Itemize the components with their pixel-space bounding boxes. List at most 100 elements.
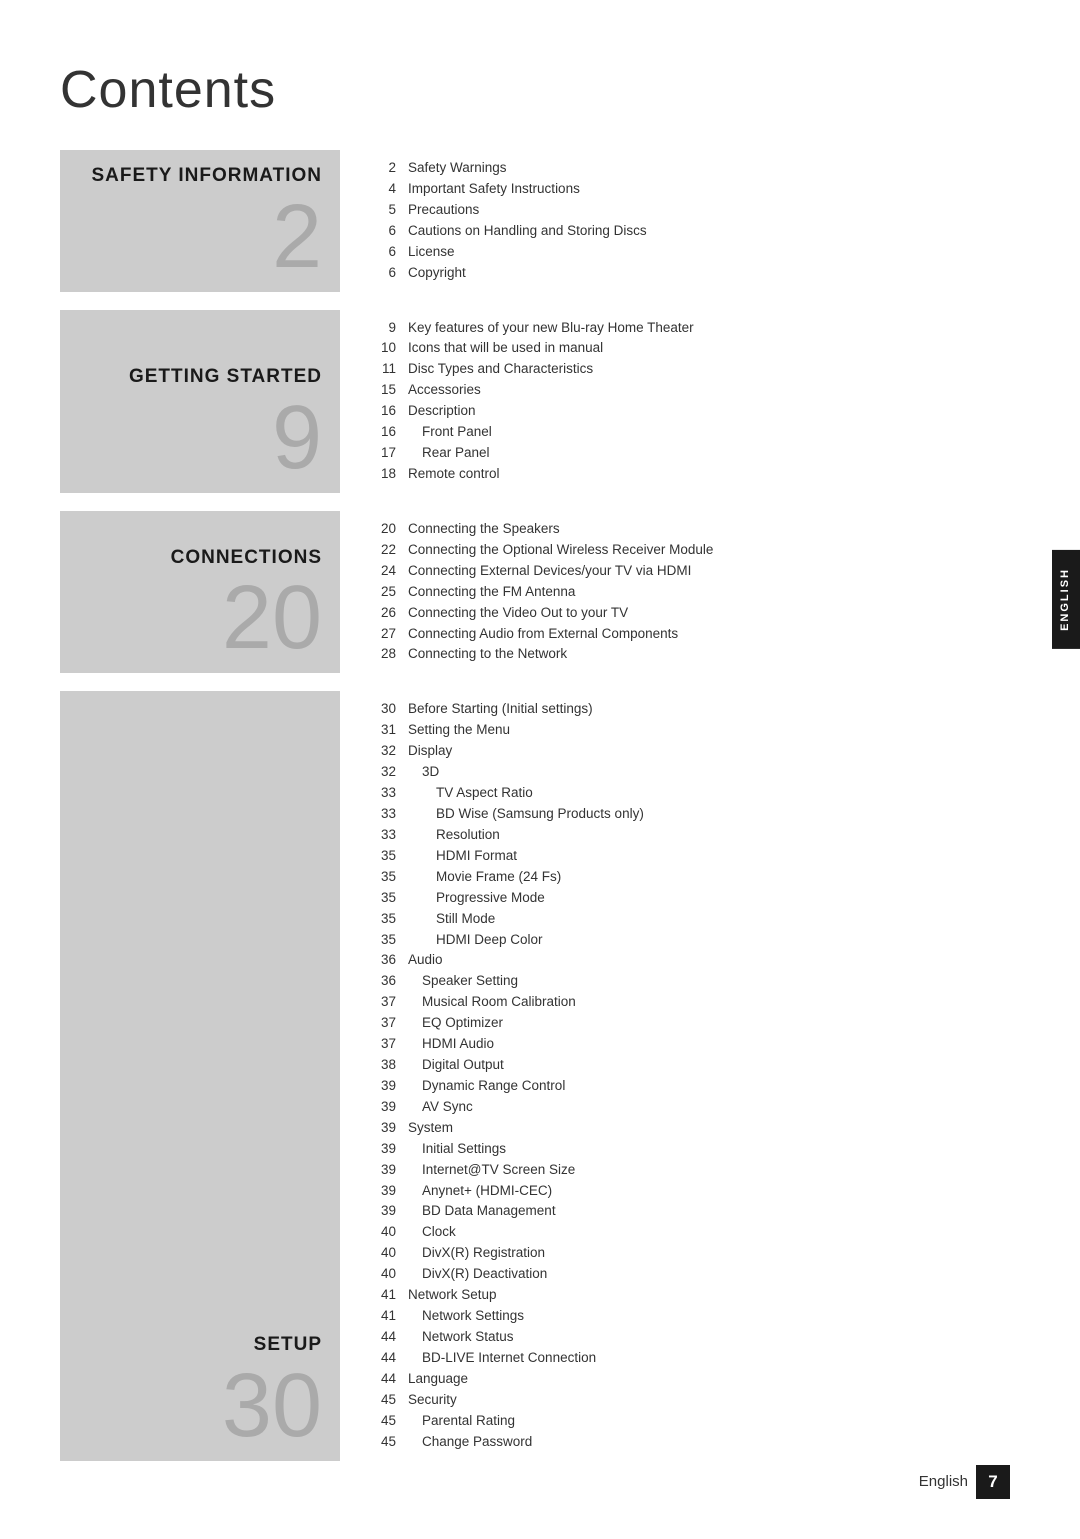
toc-entry-text: Security: [408, 1390, 457, 1411]
toc-entry-text: Display: [408, 741, 452, 762]
toc-entry: 33BD Wise (Samsung Products only): [368, 804, 1020, 825]
section-left-connections: CONNECTIONS20: [60, 511, 340, 673]
toc-entry: 5Precautions: [368, 200, 1020, 221]
toc-page-number: 33: [368, 825, 396, 846]
toc-entry: 16 Front Panel: [368, 422, 1020, 443]
toc-entry-text: Still Mode: [408, 909, 495, 930]
toc-entry: 39 AV Sync: [368, 1097, 1020, 1118]
toc-entry: 37EQ Optimizer: [368, 1013, 1020, 1034]
toc-entry-text: EQ Optimizer: [408, 1013, 503, 1034]
toc-entry: 22Connecting the Optional Wireless Recei…: [368, 540, 1020, 561]
toc-page-number: 28: [368, 644, 396, 665]
toc-page-number: 11: [368, 359, 396, 380]
toc-entry-text: HDMI Format: [408, 846, 517, 867]
toc-page-number: 36: [368, 971, 396, 992]
toc-entry-text: HDMI Deep Color: [408, 930, 543, 951]
toc-entry: 35Movie Frame (24 Fs): [368, 867, 1020, 888]
toc-entry-text: Parental Rating: [408, 1411, 515, 1432]
toc-page-number: 39: [368, 1201, 396, 1222]
toc-entry: 11Disc Types and Characteristics: [368, 359, 1020, 380]
toc-entry: 20Connecting the Speakers: [368, 519, 1020, 540]
toc-entry-text: DivX(R) Deactivation: [408, 1264, 547, 1285]
toc-entry: 37HDMI Audio: [368, 1034, 1020, 1055]
section-left-setup: SETUP30: [60, 691, 340, 1460]
toc-entry: 39Dynamic Range Control: [368, 1076, 1020, 1097]
toc-page-number: 24: [368, 561, 396, 582]
toc-entry: 16Description: [368, 401, 1020, 422]
toc-page-number: 36: [368, 950, 396, 971]
section-right-connections: 20Connecting the Speakers22Connecting th…: [340, 511, 1020, 673]
toc-entry-text: Internet@TV Screen Size: [408, 1160, 575, 1181]
toc-entry-text: Musical Room Calibration: [408, 992, 576, 1013]
toc-entry: 38Digital Output: [368, 1055, 1020, 1076]
toc-entry-text: Language: [408, 1369, 468, 1390]
toc-page-number: 10: [368, 338, 396, 359]
footer-number: 7: [976, 1465, 1010, 1499]
footer: English 7: [919, 1465, 1010, 1499]
toc-entry-text: Connecting the Optional Wireless Receive…: [408, 540, 713, 561]
toc-entry: 40DivX(R) Registration: [368, 1243, 1020, 1264]
toc-entry: 45Security: [368, 1390, 1020, 1411]
toc-entry: 32Display: [368, 741, 1020, 762]
toc-page-number: 40: [368, 1264, 396, 1285]
section-right-setup: 30Before Starting (Initial settings)31Se…: [340, 691, 1020, 1460]
toc-entry: 44Language: [368, 1369, 1020, 1390]
toc-page-number: 37: [368, 992, 396, 1013]
toc-entry-text: Dynamic Range Control: [408, 1076, 565, 1097]
toc-entry-text: Cautions on Handling and Storing Discs: [408, 221, 647, 242]
toc-entry-text: License: [408, 242, 455, 263]
toc-entry-text: Important Safety Instructions: [408, 179, 580, 200]
section-title-safety: SAFETY INFORMATION: [91, 165, 322, 188]
toc-entry-text: Safety Warnings: [408, 158, 507, 179]
toc-entry: 9 Key features of your new Blu-ray Home T…: [368, 318, 1020, 339]
toc-list-getting-started: 9 Key features of your new Blu-ray Home T…: [368, 318, 1020, 485]
toc-page-number: 9: [368, 318, 396, 339]
toc-entry: 6 License: [368, 242, 1020, 263]
section-setup: SETUP3030Before Starting (Initial settin…: [60, 691, 1020, 1460]
toc-entry-text: Front Panel: [408, 422, 492, 443]
toc-entry-text: Connecting to the Network: [408, 644, 567, 665]
section-connections: CONNECTIONS2020Connecting the Speakers22…: [60, 511, 1020, 673]
toc-entry-text: Speaker Setting: [408, 971, 518, 992]
toc-page-number: 35: [368, 888, 396, 909]
toc-entry-text: Movie Frame (24 Fs): [408, 867, 561, 888]
toc-entry-text: Description: [408, 401, 476, 422]
toc-entry: 37 Musical Room Calibration: [368, 992, 1020, 1013]
toc-page-number: 2: [368, 158, 396, 179]
toc-page-number: 35: [368, 846, 396, 867]
toc-entry-text: AV Sync: [408, 1097, 473, 1118]
toc-entry-text: DivX(R) Registration: [408, 1243, 545, 1264]
toc-entry-text: Precautions: [408, 200, 479, 221]
toc-entry-text: System: [408, 1118, 453, 1139]
toc-entry-text: Connecting External Devices/your TV via …: [408, 561, 691, 582]
toc-entry-text: Icons that will be used in manual: [408, 338, 603, 359]
toc-page-number: 6: [368, 242, 396, 263]
toc-entry-text: Connecting the Speakers: [408, 519, 560, 540]
toc-page-number: 39: [368, 1097, 396, 1118]
section-number-safety: 2: [272, 192, 322, 282]
toc-entry-text: HDMI Audio: [408, 1034, 494, 1055]
toc-page-number: 41: [368, 1306, 396, 1327]
toc-page-number: 31: [368, 720, 396, 741]
toc-entry-text: Key features of your new Blu-ray Home Th…: [408, 318, 694, 339]
toc-page-number: 27: [368, 624, 396, 645]
toc-page-number: 32: [368, 762, 396, 783]
toc-entry: 18Remote control: [368, 464, 1020, 485]
sections-container: SAFETY INFORMATION22Safety Warnings4Impo…: [60, 150, 1020, 1479]
toc-entry-text: Change Password: [408, 1432, 532, 1453]
toc-entry-text: BD Wise (Samsung Products only): [408, 804, 644, 825]
toc-entry: 15Accessories: [368, 380, 1020, 401]
section-number-setup: 30: [222, 1361, 322, 1451]
toc-entry-text: Connecting the Video Out to your TV: [408, 603, 628, 624]
toc-entry: 31 Setting the Menu: [368, 720, 1020, 741]
toc-page-number: 16: [368, 422, 396, 443]
toc-entry-text: Network Settings: [408, 1306, 524, 1327]
toc-page-number: 38: [368, 1055, 396, 1076]
toc-entry-text: Network Status: [408, 1327, 514, 1348]
toc-entry: 44Network Status: [368, 1327, 1020, 1348]
toc-page-number: 33: [368, 783, 396, 804]
toc-entry: 40 DivX(R) Deactivation: [368, 1264, 1020, 1285]
toc-entry-text: Setting the Menu: [408, 720, 510, 741]
toc-entry: 40Clock: [368, 1222, 1020, 1243]
toc-entry: 25Connecting the FM Antenna: [368, 582, 1020, 603]
